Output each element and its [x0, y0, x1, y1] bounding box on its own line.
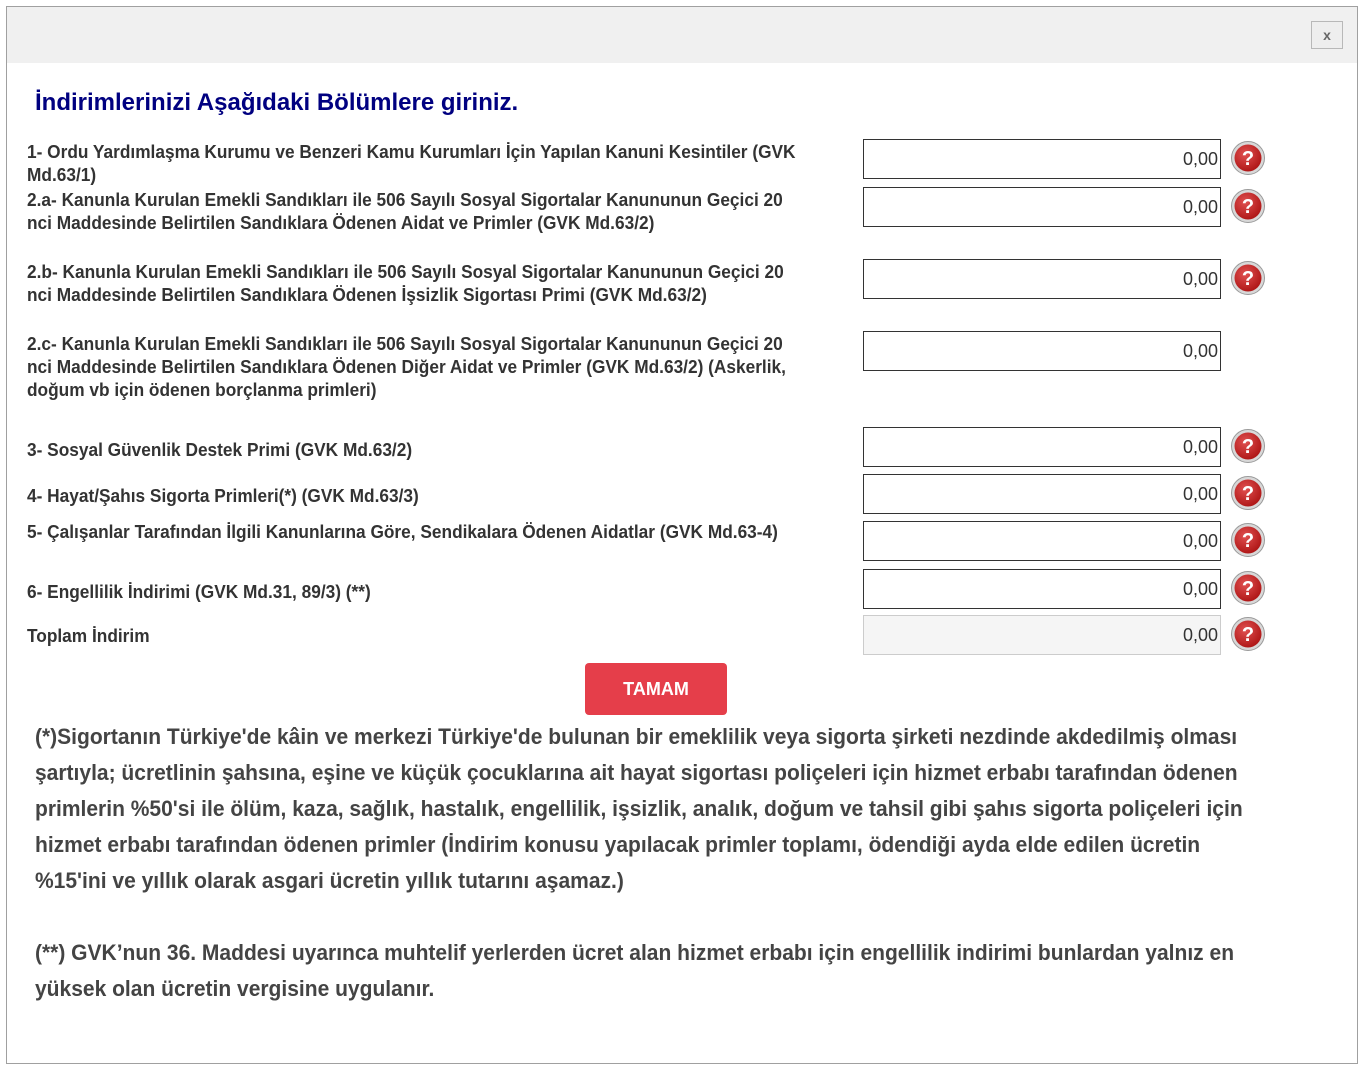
- deduction-dialog: x İndirimlerinizi Aşağıdaki Bölümlere gi…: [6, 6, 1358, 1064]
- question-mark-icon[interactable]: ?: [1229, 521, 1267, 559]
- question-mark-icon[interactable]: ?: [1229, 474, 1267, 512]
- dialog-header: x: [7, 7, 1357, 63]
- svg-text:?: ?: [1242, 483, 1254, 505]
- total-label: Toplam İndirim: [27, 626, 150, 646]
- svg-text:?: ?: [1242, 148, 1254, 170]
- footnotes: (*)Sigortanın Türkiye'de kâin ve merkezi…: [35, 719, 1248, 1007]
- svg-text:?: ?: [1242, 268, 1254, 290]
- amount-input-1[interactable]: [863, 139, 1221, 179]
- ok-button[interactable]: TAMAM: [585, 663, 727, 715]
- svg-text:?: ?: [1242, 624, 1254, 646]
- amount-input-5[interactable]: [863, 521, 1221, 561]
- total-amount-field: [863, 615, 1221, 655]
- question-mark-icon[interactable]: ?: [1229, 427, 1267, 465]
- amount-input-3[interactable]: [863, 427, 1221, 467]
- footnote-disability: (**) GVK’nun 36. Maddesi uyarınca muhtel…: [35, 940, 1235, 1001]
- question-mark-icon[interactable]: ?: [1229, 187, 1267, 225]
- row-label: 6- Engellilik İndirimi (GVK Md.31, 89/3)…: [27, 582, 371, 602]
- svg-text:?: ?: [1242, 530, 1254, 552]
- row-label: 2.b- Kanunla Kurulan Emekli Sandıkları i…: [27, 262, 784, 305]
- svg-text:?: ?: [1242, 436, 1254, 458]
- question-mark-icon[interactable]: ?: [1229, 259, 1267, 297]
- row-label: 2.a- Kanunla Kurulan Emekli Sandıkları i…: [27, 190, 783, 233]
- amount-input-4[interactable]: [863, 474, 1221, 514]
- row-label: 2.c- Kanunla Kurulan Emekli Sandıkları i…: [27, 334, 786, 400]
- row-label: 5- Çalışanlar Tarafından İlgili Kanunlar…: [27, 522, 778, 542]
- svg-text:?: ?: [1242, 578, 1254, 600]
- amount-input-6[interactable]: [863, 569, 1221, 609]
- question-mark-icon[interactable]: ?: [1229, 615, 1267, 653]
- svg-text:?: ?: [1242, 196, 1254, 218]
- footnote-insurance: (*)Sigortanın Türkiye'de kâin ve merkezi…: [35, 724, 1243, 893]
- close-button[interactable]: x: [1311, 21, 1343, 49]
- amount-input-2c[interactable]: [863, 331, 1221, 371]
- question-mark-icon[interactable]: ?: [1229, 139, 1267, 177]
- question-mark-icon[interactable]: ?: [1229, 569, 1267, 607]
- amount-input-2a[interactable]: [863, 187, 1221, 227]
- page-title: İndirimlerinizi Aşağıdaki Bölümlere giri…: [35, 89, 519, 116]
- row-label: 1- Ordu Yardımlaşma Kurumu ve Benzeri Ka…: [27, 142, 796, 185]
- amount-input-2b[interactable]: [863, 259, 1221, 299]
- row-label: 3- Sosyal Güvenlik Destek Primi (GVK Md.…: [27, 440, 413, 460]
- row-label: 4- Hayat/Şahıs Sigorta Primleri(*) (GVK …: [27, 486, 419, 506]
